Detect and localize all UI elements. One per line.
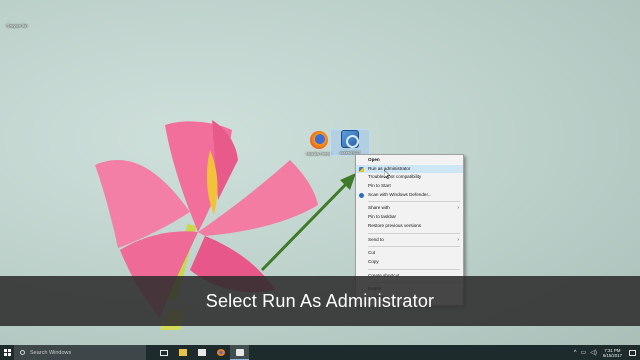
submenu-arrow-icon: › [457,236,459,243]
uac-shield-icon [359,166,364,172]
store-button[interactable] [192,345,211,360]
menu-item-label: Troubleshoot compatibility [368,174,422,180]
menu-separator [368,201,460,203]
ccleaner-icon [235,348,244,356]
taskbar-search[interactable]: Search Windows [14,345,146,360]
task-view-button[interactable] [154,345,173,360]
menu-item-label: Pin to Start [368,183,391,189]
firefox-icon [310,131,328,149]
menu-item-label: Copy [368,258,379,264]
windows-defender-icon [359,192,364,198]
system-tray: ^ ▭ ◁) 7:31 PM 6/15/2017 [572,345,640,360]
menu-item[interactable]: Restore previous versions [356,222,463,231]
menu-separator [368,232,460,234]
action-center-icon[interactable] [629,349,636,356]
menu-item-label: Restore previous versions [368,222,422,228]
desktop-icon-label: Recycle Bin [6,23,28,28]
submenu-arrow-icon: › [457,205,459,212]
menu-item[interactable]: Open [356,156,463,165]
menu-item-label: Scan with Windows Defender... [368,191,432,197]
windows-logo-icon [3,349,11,356]
menu-item[interactable]: Pin to Start [356,182,463,191]
taskbar-apps [154,345,249,360]
menu-item[interactable]: Troubleshoot compatibility [356,173,463,182]
search-placeholder: Search Windows [30,349,72,356]
desktop-icon-ccsetup[interactable]: ccsetup537 [330,129,370,156]
menu-item[interactable]: Pin to taskbar [356,213,463,222]
ccleaner-taskbar-button[interactable] [230,345,249,360]
desktop-icon-label: Mozilla Firefox [306,151,332,156]
menu-item-label: Share with [368,205,390,211]
show-hidden-icons-icon[interactable]: ^ [574,350,577,356]
menu-item-label: Cut [368,250,376,256]
search-icon [20,350,25,355]
menu-item[interactable]: Run as administrator [356,164,463,174]
menu-item[interactable]: Send to › [356,236,463,245]
start-button[interactable] [0,345,14,360]
caption-bar: Select Run As Administrator [0,276,640,326]
menu-item-label: Open [368,157,380,162]
installer-icon [341,130,359,148]
volume-icon[interactable]: ◁) [590,349,597,356]
recycle-bin-icon [10,5,24,21]
firefox-icon [216,349,225,356]
menu-item[interactable]: Share with › [356,204,463,213]
taskbar: Search Windows ^ ▭ ◁) 7:31 PM 6/15/2017 [0,345,640,360]
desktop-icon-recycle-bin[interactable]: Recycle Bin [0,5,36,28]
clock-time: 7:31 PM [604,347,621,353]
menu-item-label: Pin to taskbar [368,214,397,220]
menu-separator [368,246,460,248]
file-explorer-button[interactable] [173,345,192,360]
clock[interactable]: 7:31 PM 6/15/2017 [603,348,622,358]
task-view-icon [159,349,168,356]
menu-item[interactable]: Cut [356,249,463,258]
menu-item[interactable]: Scan with Windows Defender... [356,191,463,200]
file-explorer-icon [178,349,187,356]
mouse-cursor-icon [384,170,390,179]
store-icon [197,349,206,356]
menu-item[interactable]: Copy [356,258,463,267]
clock-date: 6/15/2017 [602,352,622,358]
menu-separator [368,268,460,270]
menu-item-label: Send to [368,236,384,242]
firefox-taskbar-button[interactable] [211,345,230,360]
caption-text: Select Run As Administrator [205,290,435,311]
network-icon[interactable]: ▭ [581,349,587,356]
